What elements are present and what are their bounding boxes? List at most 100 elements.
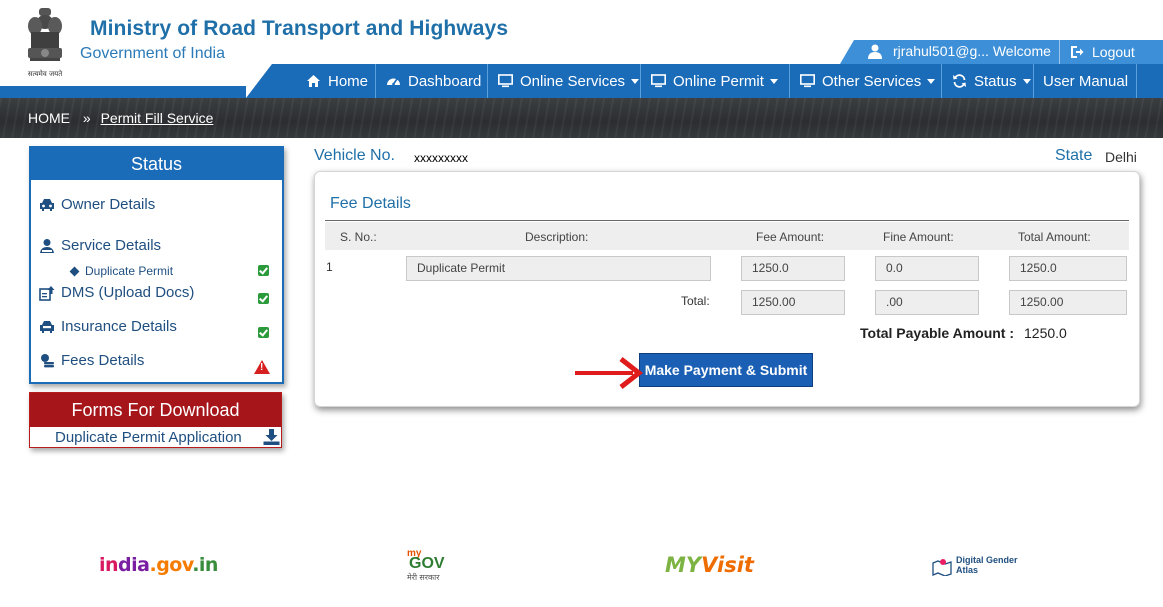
- india-gov-logo[interactable]: india.gov.in: [99, 554, 218, 576]
- atlas-line-1: Digital Gender: [956, 555, 1018, 565]
- nav-home-label: Home: [328, 72, 369, 90]
- user-strip-divider: [1059, 40, 1060, 64]
- monitor-icon: [800, 74, 815, 88]
- national-emblem-icon: सत्यमेव जयते: [28, 8, 63, 78]
- warning-icon: [254, 360, 270, 374]
- vehicle-no-value: xxxxxxxxx: [414, 151, 468, 165]
- status-item-label: DMS (Upload Docs): [61, 284, 195, 301]
- status-item-service-details[interactable]: Service Details: [39, 237, 161, 254]
- mygov-logo-subtitle: मेरी सरकार: [407, 573, 440, 582]
- description-field: Duplicate Permit: [406, 256, 711, 281]
- nav-online-services[interactable]: Online Services: [488, 64, 641, 98]
- user-icon: [868, 44, 882, 59]
- status-item-dms-upload[interactable]: DMS (Upload Docs): [39, 284, 194, 301]
- check-icon: [258, 265, 269, 276]
- nav-other-services[interactable]: Other Services: [790, 64, 942, 98]
- state-value: Delhi: [1105, 149, 1137, 165]
- service-icon: [40, 238, 54, 253]
- forms-download-title: Forms For Download: [30, 393, 281, 427]
- total-fine-field: .00: [875, 290, 979, 315]
- status-panel-title: Status: [31, 148, 282, 180]
- india-gov-logo-part: in: [99, 554, 119, 576]
- status-item-label: Fees Details: [61, 352, 145, 369]
- bullet-diamond-icon: [69, 266, 80, 276]
- state-label: State: [1055, 147, 1093, 164]
- status-item-label: Service Details: [61, 237, 162, 254]
- nav-user-manual-label: User Manual: [1043, 72, 1129, 90]
- col-fine-amount: Fine Amount:: [883, 230, 954, 244]
- monitor-icon: [651, 74, 666, 88]
- nav-user-manual[interactable]: User Manual: [1034, 64, 1137, 98]
- status-subitem-duplicate-permit[interactable]: Duplicate Permit: [69, 264, 174, 278]
- nav-online-permit-label: Online Permit: [673, 72, 764, 90]
- breadcrumb-current[interactable]: Permit Fill Service: [101, 110, 214, 126]
- myvisit-logo-part: Visit: [701, 553, 754, 577]
- col-description: Description:: [525, 230, 589, 244]
- insurance-icon: [40, 320, 54, 333]
- col-fee-amount: Fee Amount:: [756, 230, 825, 244]
- download-icon[interactable]: [263, 429, 280, 445]
- logout-link[interactable]: Logout: [1092, 44, 1135, 60]
- coins-icon: [41, 353, 54, 367]
- chevron-down-icon: [1022, 78, 1031, 84]
- fee-table-header: S. No.: Description: Fee Amount: Fine Am…: [325, 222, 1129, 250]
- row-sno: 1: [326, 260, 333, 274]
- monitor-icon: [498, 74, 513, 88]
- fine-amount-field: 0.0: [875, 256, 979, 281]
- myvisit-logo[interactable]: MYVisit: [665, 553, 754, 577]
- chevron-down-icon: [631, 78, 640, 84]
- india-gov-logo-part: .gov: [149, 554, 193, 576]
- nav-online-services-label: Online Services: [520, 72, 626, 90]
- total-payable-label: Total Payable Amount :: [860, 325, 1015, 341]
- chevron-down-icon: [927, 78, 936, 84]
- total-label: Total:: [681, 294, 710, 308]
- india-gov-logo-part: .in: [192, 554, 218, 576]
- check-icon: [258, 327, 269, 338]
- car-icon: [40, 198, 54, 211]
- nav-other-services-label: Other Services: [822, 72, 922, 90]
- status-item-label: Owner Details: [61, 196, 156, 213]
- status-item-insurance-details[interactable]: Insurance Details: [39, 318, 177, 335]
- status-item-fees-details[interactable]: Fees Details: [39, 352, 144, 369]
- total-fee-field: 1250.00: [741, 290, 845, 315]
- logout-icon[interactable]: [1070, 45, 1084, 59]
- breadcrumb-separator: »: [82, 110, 91, 126]
- duplicate-permit-application-link[interactable]: Duplicate Permit Application: [55, 429, 242, 446]
- nav-status[interactable]: Status: [942, 64, 1034, 98]
- home-icon: [307, 75, 320, 87]
- chevron-down-icon: [769, 78, 778, 84]
- col-total-amount: Total Amount:: [1018, 230, 1091, 244]
- mygov-logo-gov: GOV: [409, 555, 445, 572]
- emblem-motto: सत्यमेव जयते: [28, 69, 63, 78]
- refresh-icon: [953, 74, 966, 88]
- site-header: सत्यमेव जयते Ministry of Road Transport …: [0, 0, 1163, 98]
- total-amount-field: 1250.0: [1009, 256, 1127, 281]
- nav-home[interactable]: Home: [296, 64, 376, 98]
- mygov-logo[interactable]: my GOV मेरी सरकार: [405, 548, 449, 582]
- breadcrumb: HOME » Permit Fill Service: [28, 110, 213, 126]
- site-subtitle: Government of India: [80, 45, 225, 62]
- status-item-label: Insurance Details: [61, 318, 177, 335]
- make-payment-submit-button[interactable]: Make Payment & Submit: [639, 353, 813, 387]
- main-nav: Home Dashboard Online Services Online Pe…: [246, 64, 1163, 98]
- status-subitem-label: Duplicate Permit: [85, 264, 174, 278]
- fee-details-card: Fee Details S. No.: Description: Fee Amo…: [314, 171, 1140, 407]
- total-payable: Total Payable Amount : 1250.0: [860, 325, 1067, 341]
- status-item-owner-details[interactable]: Owner Details: [39, 196, 155, 213]
- digital-gender-atlas-logo[interactable]: Digital Gender Atlas: [932, 553, 1027, 579]
- forms-download-panel: Forms For Download Duplicate Permit Appl…: [29, 392, 282, 448]
- nav-online-permit[interactable]: Online Permit: [641, 64, 790, 98]
- india-gov-logo-part: dia: [118, 554, 150, 576]
- nav-dashboard[interactable]: Dashboard: [376, 64, 488, 98]
- breadcrumb-home[interactable]: HOME: [28, 110, 70, 126]
- grand-total-field: 1250.00: [1009, 290, 1127, 315]
- nav-dashboard-label: Dashboard: [408, 72, 482, 90]
- myvisit-logo-part: MY: [665, 553, 702, 577]
- user-strip: rjrahul501@g... Welcome Logout: [840, 40, 1163, 64]
- nav-status-label: Status: [974, 72, 1017, 90]
- site-title: Ministry of Road Transport and Highways: [90, 17, 509, 40]
- vehicle-no-label: Vehicle No.: [314, 147, 395, 164]
- user-welcome-label[interactable]: rjrahul501@g... Welcome: [893, 43, 1051, 59]
- status-panel: Status Owner Details Service Details Dup…: [29, 146, 284, 384]
- digital-gender-atlas-text: Digital Gender Atlas: [956, 555, 1018, 575]
